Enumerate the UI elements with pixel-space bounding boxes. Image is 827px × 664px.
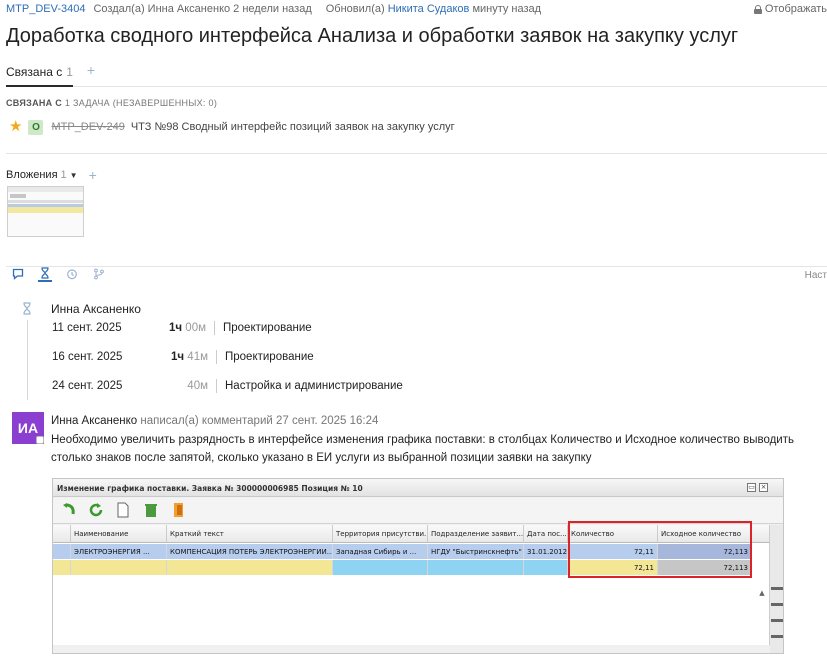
- worklog-duration: 1ч 00м: [169, 322, 206, 334]
- tab-linked-label: Связана с: [6, 65, 63, 79]
- linked-issue-row[interactable]: ★ О MTP_DEV-249 ЧТЗ №98 Сводный интерфей…: [9, 118, 455, 136]
- document-icon: [117, 502, 129, 518]
- embedded-side-panel: [770, 525, 783, 653]
- linked-issue-key[interactable]: MTP_DEV-249: [51, 121, 124, 133]
- attachments-header: Вложения 1 ▼ +: [6, 167, 97, 183]
- embedded-header: Территория присутстви...: [333, 525, 428, 543]
- activity-tabs: [11, 266, 106, 282]
- worklog-entry: 24 сент. 2025 40м Настройка и администри…: [52, 378, 403, 394]
- embedded-header: Дата пос...: [524, 525, 568, 543]
- embedded-cell: КОМПЕНСАЦИЯ ПОТЕРЬ ЭЛЕКТРОЭНЕРГИИ...: [167, 544, 333, 559]
- created-info: Создал(а) Инна Аксаненко 2 недели назад: [93, 3, 312, 15]
- embedded-header: Наименование: [71, 525, 167, 543]
- worklog-duration: 40м: [187, 380, 208, 392]
- updated-prefix: Обновил(а): [325, 3, 385, 15]
- worklog-timeline: [27, 320, 28, 400]
- attachments-label: Вложения: [6, 169, 58, 181]
- status-badge: О: [28, 119, 44, 135]
- worklog-date: 24 сент. 2025: [52, 380, 123, 392]
- star-icon[interactable]: ★: [9, 119, 22, 134]
- embedded-scrollbar: ▲: [759, 589, 765, 597]
- attachment-thumbnail[interactable]: [7, 186, 84, 237]
- comment-text: Необходимо увеличить разрядность в интер…: [51, 434, 794, 464]
- worklog-entry: 11 сент. 2025 1ч 00м Проектирование: [52, 320, 312, 336]
- worklog-author: Инна Аксаненко: [51, 302, 141, 316]
- updated-user-link[interactable]: Никита Судаков: [388, 3, 470, 15]
- linked-caption-count: 1 ЗАДАЧА (НЕЗАВЕРШЕННЫХ: 0): [64, 98, 218, 108]
- linked-caption: СВЯЗАНА С 1 ЗАДАЧА (НЕЗАВЕРШЕННЫХ: 0): [6, 98, 217, 108]
- highlight-box: [568, 521, 752, 578]
- undo-icon: [63, 503, 75, 515]
- divider: [6, 266, 827, 267]
- lock-icon: [753, 5, 762, 14]
- linked-caption-title: СВЯЗАНА С: [6, 98, 63, 108]
- worklog-date: 16 сент. 2025: [52, 351, 123, 363]
- link-tabs: Связана с 1 +: [6, 62, 827, 87]
- comment-screenshot: Изменение графика поставки. Заявка № 300…: [52, 478, 784, 654]
- tab-comments[interactable]: [11, 267, 25, 281]
- trash-icon: [145, 504, 157, 517]
- exit-icon: [174, 503, 183, 517]
- add-link-button[interactable]: +: [87, 62, 95, 78]
- display-toggle[interactable]: Отображать: [753, 2, 827, 16]
- worklog-duration: 1ч 41м: [171, 351, 208, 363]
- embedded-cell: НГДУ "Быстринскнефть": [428, 544, 524, 559]
- tab-linked-count: 1: [66, 65, 73, 79]
- comment-icon: [12, 268, 24, 280]
- issue-meta: MTP_DEV-3404 Создал(а) Инна Аксаненко 2 …: [6, 2, 541, 16]
- worklog-activity: Проектирование: [225, 351, 314, 363]
- embedded-cell: Западная Сибирь и ...: [333, 544, 428, 559]
- embedded-header: Краткий текст: [167, 525, 333, 543]
- worklog-entry: 16 сент. 2025 1ч 41м Проектирование: [52, 349, 314, 365]
- hourglass-icon: [21, 302, 33, 318]
- embedded-cell: 31.01.2012: [524, 544, 568, 559]
- branch-icon: [94, 268, 104, 279]
- history-icon: [67, 268, 77, 279]
- tab-linked[interactable]: Связана с 1: [6, 62, 73, 87]
- avatar-badge: [36, 436, 44, 444]
- worklog-activity: Настройка и администрирование: [225, 380, 403, 392]
- comment-author[interactable]: Инна Аксаненко: [51, 415, 137, 427]
- activity-settings[interactable]: Наст: [805, 270, 827, 281]
- hourglass-icon: [41, 266, 49, 279]
- attachments-count: 1: [60, 169, 67, 181]
- worklog-date: 11 сент. 2025: [52, 322, 122, 334]
- display-label: Отображать: [764, 3, 827, 15]
- embedded-window-buttons: ▭ ×: [747, 483, 768, 492]
- tab-worklog[interactable]: [38, 266, 52, 282]
- chevron-down-icon[interactable]: ▼: [70, 171, 78, 180]
- refresh-icon: [89, 503, 103, 517]
- updated-suffix: минуту назад: [472, 3, 542, 15]
- tab-history[interactable]: [65, 267, 79, 281]
- comment-meta: написал(а) комментарий 27 сент. 2025 16:…: [140, 415, 379, 427]
- page-title: Доработка сводного интерфейса Анализа и …: [6, 25, 739, 47]
- divider: [6, 153, 827, 154]
- issue-key-link[interactable]: MTP_DEV-3404: [6, 3, 85, 15]
- tab-commits[interactable]: [92, 267, 106, 281]
- worklog-activity: Проектирование: [223, 322, 312, 334]
- add-attachment-button[interactable]: +: [89, 167, 97, 183]
- embedded-cell: ЭЛЕКТРОЭНЕРГИЯ ...: [71, 544, 167, 559]
- embedded-header: Подразделение заявит...: [428, 525, 524, 543]
- comment-header: Инна Аксаненко написал(а) комментарий 27…: [51, 415, 378, 427]
- embedded-window-title: Изменение графика поставки. Заявка № 300…: [53, 479, 783, 497]
- linked-issue-summary[interactable]: ЧТЗ №98 Сводный интерфейс позиций заявок…: [131, 121, 455, 133]
